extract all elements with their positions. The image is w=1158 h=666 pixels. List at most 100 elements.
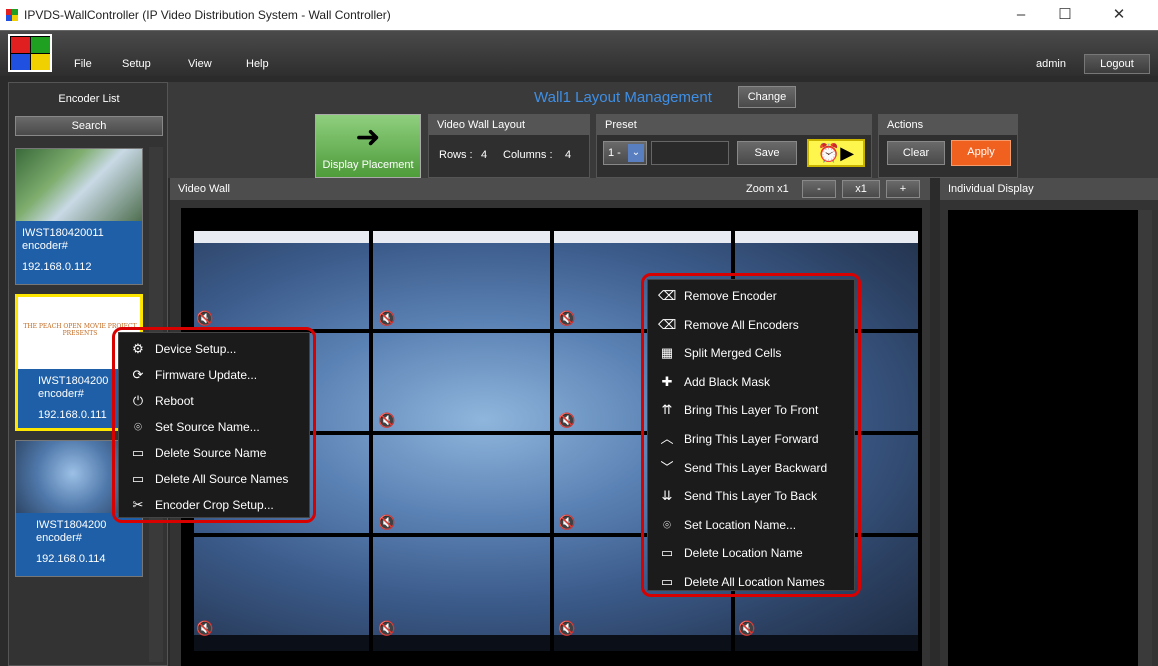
actions-group: Actions Clear Apply (878, 114, 1018, 178)
arrow-right-icon: ➜ (355, 121, 381, 154)
context-menu-item[interactable]: ▭ Delete Source Name (119, 439, 309, 467)
context-menu-item-label: Delete All Source Names (155, 472, 289, 486)
mute-icon[interactable]: 🔇 (558, 620, 576, 636)
menu-view[interactable]: View (188, 58, 212, 70)
preset-name-input[interactable] (651, 141, 729, 165)
context-menu-item[interactable]: ⌫ Remove All Encoders (648, 311, 854, 339)
firmware-icon: ⟳ (132, 367, 144, 382)
window-titlebar: IPVDS-WallController (IP Video Distribut… (0, 0, 1158, 30)
grid-icon: ▦ (660, 345, 674, 361)
location-pin-icon: ⌾ (134, 419, 142, 434)
apply-button[interactable]: Apply (951, 140, 1011, 166)
close-icon[interactable]: ✕ (1104, 4, 1134, 26)
encoder-name: IWST1804200 encoder# (36, 519, 107, 544)
encoder-item[interactable]: IWST180420011 encoder# 192.168.0.112 (15, 148, 143, 285)
display-placement-button[interactable]: ➜ Display Placement (315, 114, 421, 178)
context-menu-item[interactable]: ⏻ Reboot (119, 387, 309, 415)
save-button[interactable]: Save (737, 141, 797, 165)
mute-icon[interactable]: 🔇 (196, 620, 214, 636)
zoom-out-button[interactable]: - (802, 180, 836, 198)
search-button[interactable]: Search (15, 116, 163, 136)
context-menu-item-label: Reboot (155, 394, 194, 408)
schedule-play-button[interactable]: ⏰▶ (807, 139, 865, 167)
mute-icon[interactable]: 🔇 (196, 310, 214, 326)
preset-select-value: 1 - (608, 147, 621, 159)
app-icon (6, 9, 18, 21)
preset-select[interactable]: 1 - ⌄ (603, 141, 647, 165)
mute-icon[interactable]: 🔇 (378, 620, 396, 636)
individual-display-title: Individual Display (940, 178, 1158, 200)
context-menu-item-label: Bring This Layer To Front (684, 403, 819, 418)
context-menu-item[interactable]: ▭ Delete Location Name (648, 539, 854, 567)
maximize-icon[interactable]: ☐ (1050, 4, 1080, 26)
zoom-label: Zoom x1 (746, 183, 789, 195)
scissors-icon: ✂ (132, 497, 144, 512)
wall-grid-line (550, 231, 554, 651)
clear-button[interactable]: Clear (887, 141, 945, 165)
layout-title: Wall1 Layout Management (534, 89, 712, 106)
context-menu-item[interactable]: ▦ Split Merged Cells (648, 339, 854, 367)
eraser-icon: ⌫ (658, 316, 677, 332)
video-wall-layout-title: Video Wall Layout (429, 115, 589, 135)
menu-help[interactable]: Help (246, 58, 269, 70)
preset-group: Preset 1 - ⌄ Save ⏰▶ (596, 114, 872, 178)
context-menu-item[interactable]: ⌾ Set Location Name... (648, 511, 854, 539)
context-menu-item[interactable]: ⟳ Firmware Update... (119, 361, 309, 389)
mute-icon[interactable]: 🔇 (558, 412, 576, 428)
context-menu-item-label: Bring This Layer Forward (684, 432, 819, 446)
eraser-icon: ⌫ (658, 288, 677, 303)
encoder-ip: 192.168.0.114 (36, 553, 106, 565)
context-menu-item-label: Delete Source Name (155, 446, 267, 460)
menu-file[interactable]: File (74, 58, 92, 70)
context-menu-item[interactable]: ▭ Delete All Source Names (119, 465, 309, 493)
zoom-in-button[interactable]: + (886, 180, 920, 198)
mute-icon[interactable]: 🔇 (558, 310, 576, 326)
context-menu-item-label: Delete All Location Names (684, 575, 825, 589)
mute-icon[interactable]: 🔇 (558, 514, 576, 530)
context-menu-item[interactable]: ✂ Encoder Crop Setup... (119, 491, 309, 519)
rows-label: Rows : (439, 149, 473, 161)
context-menu-item[interactable]: ⇊ Send This Layer To Back (648, 482, 854, 510)
context-menu-item[interactable]: ✚ Add Black Mask (648, 368, 854, 396)
logout-button[interactable]: Logout (1084, 54, 1150, 74)
chevron-down-icon: ⌄ (628, 144, 644, 162)
context-menu-item-label: Add Black Mask (684, 374, 771, 389)
context-menu-item-label: Device Setup... (155, 342, 237, 356)
wall-grid-line (369, 231, 373, 651)
location-pin-icon: ⌾ (663, 516, 671, 532)
menu-setup[interactable]: Setup (122, 58, 151, 70)
context-menu-item[interactable]: ⌾ Set Source Name... (119, 413, 309, 441)
encoder-ip: 192.168.0.111 (38, 409, 107, 421)
context-menu-item[interactable]: ⌫ Remove Encoder (648, 282, 854, 310)
individual-display-scrollbar[interactable] (1138, 210, 1152, 666)
columns-label: Columns : (503, 149, 553, 161)
minimize-icon[interactable]: – (1006, 4, 1036, 26)
zoom-reset-button[interactable]: x1 (842, 180, 880, 198)
encoder-name: IWST180420011 encoder# (22, 227, 104, 252)
context-menu-item[interactable]: ︿ Bring This Layer Forward (648, 425, 854, 453)
context-menu-item[interactable]: ⚙ Device Setup... (119, 335, 309, 363)
encoder-list-title: Encoder List (58, 93, 120, 105)
video-wall-title: Video Wall (178, 183, 230, 195)
chevron-up-icon: ︿ (660, 431, 674, 446)
context-menu-item[interactable]: ⇈ Bring This Layer To Front (648, 396, 854, 424)
rows-value: 4 (481, 149, 488, 161)
individual-display-canvas[interactable] (948, 210, 1138, 666)
bring-front-icon: ⇈ (661, 402, 673, 418)
change-button[interactable]: Change (738, 86, 796, 108)
mute-icon[interactable]: 🔇 (378, 412, 396, 428)
columns-value: 4 (565, 149, 572, 161)
encoder-name: IWST1804200 encoder# (38, 375, 109, 400)
context-menu-item[interactable]: ﹀ Send This Layer Backward (648, 454, 854, 482)
mute-icon[interactable]: 🔇 (738, 620, 756, 636)
menu-bar (0, 30, 1158, 76)
context-menu-item-label: Set Source Name... (155, 420, 260, 434)
mute-icon[interactable]: 🔇 (378, 514, 396, 530)
context-menu-item-label: Remove Encoder (684, 289, 777, 303)
minus-box-icon: ▭ (131, 471, 145, 486)
chevron-down-icon: ﹀ (660, 459, 674, 475)
minus-box-icon: ▭ (660, 545, 674, 561)
power-icon: ⏻ (132, 393, 144, 408)
mute-icon[interactable]: 🔇 (378, 310, 396, 326)
context-menu-item[interactable]: ▭ Delete All Location Names (648, 568, 854, 596)
